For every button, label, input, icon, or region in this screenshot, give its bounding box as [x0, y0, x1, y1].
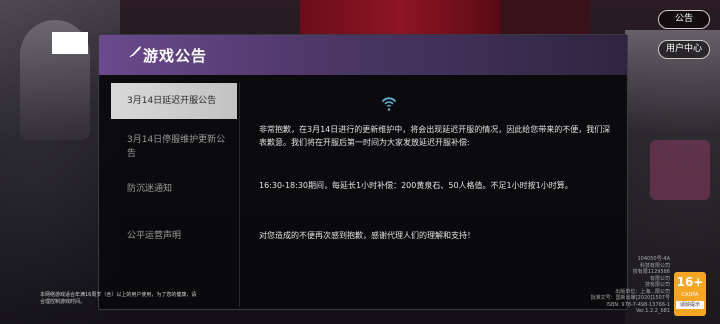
announcement-content: 非常抱歉，在3月14日进行的更新维护中，将会出现延迟开服的情况，因此给您带来的不… — [259, 83, 611, 307]
age-advisory-note: 本网络游戏适合年满16周岁（含）以上的用户使用，为了您的健康，请合理控制游戏时间… — [40, 292, 197, 305]
modal-header: 游戏公告 — [99, 35, 627, 75]
sidebar-item-delay-notice[interactable]: 3月14日延迟开服公告 — [111, 83, 237, 119]
license-line: 批准文号：国新出审[2020]1507号 — [590, 295, 670, 301]
announcement-sidebar: 3月14日延迟开服公告 3月14日停服维护更新公告 防沉迷通知 公平运营声明 — [111, 83, 237, 307]
feather-icon — [129, 44, 143, 58]
background-dark-window — [500, 0, 590, 38]
loading-spinner-icon — [377, 93, 401, 117]
sidebar-divider — [239, 83, 240, 307]
age-rating-badge: 16+ CADPA 适龄提示 — [674, 272, 706, 316]
version-label: Ver.1.2.2_681 — [635, 308, 670, 314]
age-rating-number: 16+ — [676, 275, 704, 289]
announcement-modal: 游戏公告 3月14日延迟开服公告 3月14日停服维护更新公告 防沉迷通知 公平运… — [98, 34, 628, 310]
background-red-window — [300, 0, 500, 38]
blank-white-box — [52, 32, 88, 54]
age-rating-tip: 适龄提示 — [676, 301, 704, 309]
user-center-button[interactable]: 用户中心 — [658, 40, 710, 59]
modal-title: 游戏公告 — [143, 47, 208, 65]
announcement-paragraph-thanks: 对您造成的不便再次感到抱歉，感谢代理人们的理解和支持！ — [259, 231, 475, 240]
sidebar-item-anti-addiction[interactable]: 防沉迷通知 — [111, 182, 237, 200]
right-character-accent — [650, 140, 710, 200]
sidebar-item-maintenance-notice[interactable]: 3月14日停服维护更新公告 — [111, 133, 237, 169]
notice-button[interactable]: 公告 — [658, 10, 710, 29]
announcement-paragraph-apology: 非常抱歉，在3月14日进行的更新维护中，将会出现延迟开服的情况，因此给您带来的不… — [259, 125, 611, 147]
license-info: 104050号-4A 科技有限公司 技有限1129586 有限公司 技有限公司 … — [590, 256, 670, 315]
age-rating-org: CADPA — [681, 292, 699, 298]
announcement-paragraph-compensation: 16:30-18:30期间，每延长1小时补偿：200黄泉石、50人格值。不足1小… — [259, 181, 573, 190]
sidebar-item-fair-play[interactable]: 公平运营声明 — [111, 229, 237, 247]
